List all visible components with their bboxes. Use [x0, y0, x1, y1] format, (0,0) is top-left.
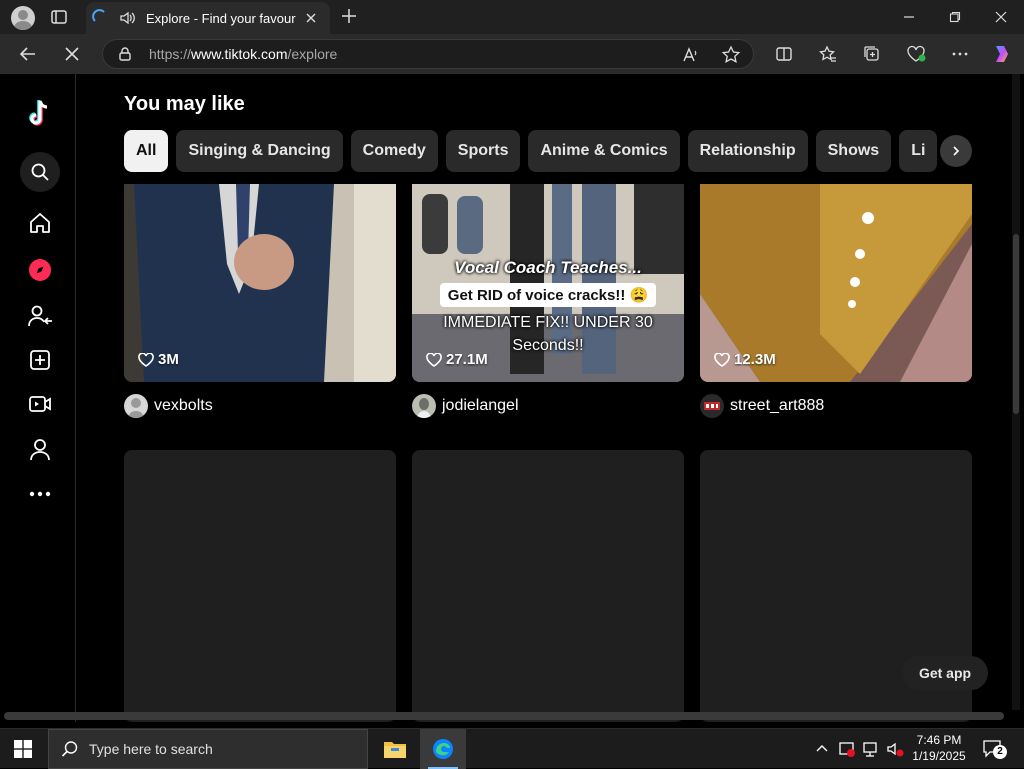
new-tab-button[interactable] — [338, 5, 360, 27]
search-icon — [61, 741, 78, 757]
likes-count: 3M — [138, 351, 179, 368]
home-icon[interactable] — [20, 203, 60, 243]
avatar — [412, 394, 436, 418]
tab-actions-icon[interactable] — [50, 8, 68, 26]
sidebar-nav — [4, 74, 76, 722]
clock-time: 7:46 PM — [916, 733, 962, 747]
section-heading: You may like — [124, 93, 245, 115]
following-icon[interactable] — [20, 296, 60, 336]
upload-icon[interactable] — [20, 340, 60, 380]
url-text[interactable]: https://www.tiktok.com/explore — [149, 46, 337, 62]
video-author[interactable]: jodielangel — [412, 394, 519, 418]
video-author[interactable]: vexbolts — [124, 394, 213, 418]
video-card[interactable]: Vocal Coach Teaches... Get RID of voice … — [412, 184, 684, 382]
address-bar[interactable]: https://www.tiktok.com/explore — [102, 39, 754, 69]
more-menu-icon[interactable] — [946, 40, 974, 68]
chips-next-button[interactable] — [940, 135, 972, 167]
avatar — [124, 394, 148, 418]
horizontal-scrollbar[interactable] — [4, 712, 1004, 720]
notification-badge: 2 — [993, 745, 1007, 759]
audio-playing-icon[interactable] — [118, 9, 136, 27]
heart-icon — [426, 352, 442, 367]
search-icon[interactable] — [20, 152, 60, 192]
likes-value: 12.3M — [734, 351, 776, 368]
video-caption-2: Get RID of voice cracks!! 😩 — [412, 283, 684, 307]
start-button[interactable] — [14, 740, 32, 758]
chip-shows[interactable]: Shows — [815, 130, 892, 172]
video-author[interactable]: street_art888 — [700, 394, 824, 418]
close-window-button[interactable] — [978, 0, 1024, 34]
clock[interactable]: 7:46 PM 1/19/2025 — [906, 732, 972, 764]
video-card[interactable]: 3M — [124, 184, 396, 382]
video-card-placeholder — [412, 450, 684, 722]
profile-icon[interactable] — [20, 430, 60, 470]
chip-all[interactable]: All — [124, 130, 169, 172]
avatar — [700, 394, 724, 418]
tab-explore[interactable]: Explore - Find your favourite — [86, 2, 330, 34]
restore-button[interactable] — [932, 0, 978, 34]
back-button[interactable] — [14, 40, 42, 68]
copilot-icon[interactable] — [988, 40, 1016, 68]
minimize-button[interactable] — [886, 0, 932, 34]
browser-toolbar: https://www.tiktok.com/explore — [0, 34, 1024, 74]
more-icon[interactable] — [20, 474, 60, 514]
windows-taskbar: Type here to search 7:46 PM 1/19/2025 2 — [0, 728, 1024, 769]
stop-loading-button[interactable] — [58, 40, 86, 68]
read-aloud-icon[interactable] — [681, 45, 701, 65]
url-host: www.tiktok.com — [191, 46, 288, 62]
video-caption-1: Vocal Coach Teaches... — [454, 258, 642, 277]
tiktok-logo-icon[interactable] — [20, 94, 60, 134]
chip-relationship[interactable]: Relationship — [687, 130, 808, 172]
author-name: vexbolts — [154, 397, 213, 414]
volume-muted-icon[interactable] — [886, 740, 904, 758]
favorite-star-icon[interactable] — [721, 45, 741, 65]
video-caption-3: IMMEDIATE FIX!! UNDER 30 — [443, 314, 653, 331]
author-name: jodielangel — [442, 397, 519, 414]
collections-icon[interactable] — [858, 40, 886, 68]
clock-date: 1/19/2025 — [912, 749, 966, 763]
chip-anime-comics[interactable]: Anime & Comics — [528, 130, 680, 172]
heart-icon — [714, 352, 730, 367]
likes-count: 12.3M — [714, 351, 776, 368]
heart-icon — [138, 352, 154, 367]
url-prefix: https:// — [149, 46, 192, 62]
search-placeholder: Type here to search — [89, 741, 213, 757]
security-icon[interactable] — [838, 740, 856, 758]
network-icon[interactable] — [862, 740, 880, 758]
chip-lifestyle[interactable]: Li — [899, 130, 938, 172]
live-icon[interactable] — [20, 384, 60, 424]
video-card-placeholder — [124, 450, 396, 722]
browser-title-bar: Explore - Find your favourite — [0, 0, 1024, 34]
loading-spinner-icon — [92, 9, 108, 25]
favorites-icon[interactable] — [814, 40, 842, 68]
lock-icon[interactable] — [117, 46, 133, 62]
chip-comedy[interactable]: Comedy — [350, 130, 438, 172]
notifications-icon[interactable]: 2 — [982, 739, 1008, 761]
tab-title: Explore - Find your favourite — [146, 11, 296, 26]
edge-taskbar-icon[interactable] — [420, 729, 466, 769]
file-explorer-icon[interactable] — [372, 729, 418, 769]
category-chips: All Singing & Dancing Comedy Sports Anime & … — [124, 130, 972, 172]
explore-icon[interactable] — [20, 250, 60, 290]
likes-value: 27.1M — [446, 351, 488, 368]
split-screen-icon[interactable] — [770, 40, 798, 68]
vertical-scrollbar[interactable] — [1012, 74, 1020, 710]
author-name: street_art888 — [730, 397, 825, 414]
url-path: /explore — [287, 46, 338, 62]
browser-essentials-icon[interactable] — [902, 40, 930, 68]
get-app-button[interactable]: Get app — [902, 656, 988, 690]
taskbar-search[interactable]: Type here to search — [48, 729, 368, 769]
tab-close-icon[interactable] — [304, 11, 318, 25]
likes-value: 3M — [158, 351, 179, 368]
likes-count: 27.1M — [426, 351, 488, 368]
page-viewport: You may like All Singing & Dancing Comedy S… — [4, 74, 1020, 722]
show-hidden-icons[interactable] — [814, 741, 830, 757]
chip-singing-dancing[interactable]: Singing & Dancing — [176, 130, 343, 172]
profile-avatar[interactable] — [11, 6, 35, 30]
video-card[interactable]: 12.3M — [700, 184, 972, 382]
chip-sports[interactable]: Sports — [445, 130, 521, 172]
